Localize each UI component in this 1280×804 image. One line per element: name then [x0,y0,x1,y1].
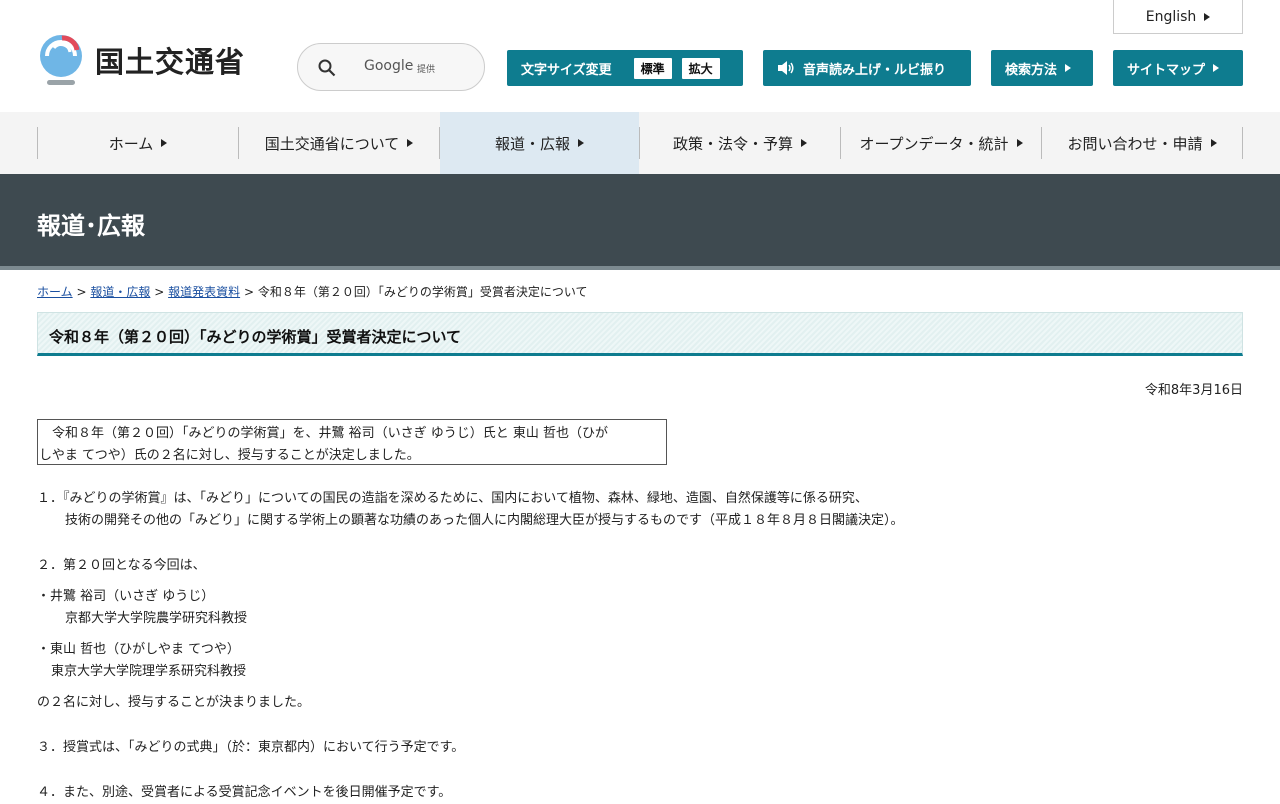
breadcrumb: ホーム > 報道・広報 > 報道発表資料 > 令和８年（第２０回）「みどりの学術… [37,283,587,300]
nav-item-label: 政策・法令・予算 [672,134,793,153]
article-summary-box: 令和８年（第２０回）「みどりの学術賞」を、井鷺 裕司（いさぎ ゆうじ）氏と 東山… [37,419,667,465]
nav-item-label: 報道・広報 [494,134,570,153]
sitemap-label: サイトマップ [1127,62,1206,78]
triangle-right-icon [407,139,414,147]
breadcrumb-home-link[interactable]: ホーム [37,285,73,299]
triangle-right-icon [1204,12,1211,21]
paragraph-4: ４．また、別途、受賞者による受賞記念イベントを後日開催予定です。 [37,785,452,800]
summary-line: 令和８年（第２０回）「みどりの学術賞」を、井鷺 裕司（いさぎ ゆうじ）氏と 東山… [39,426,609,441]
global-nav: ホーム 国土交通省について 報道・広報 政策・法令・予算 オープンデータ・統計 … [0,112,1280,174]
triangle-right-icon [578,139,584,147]
breadcrumb-press-link[interactable]: 報道・広報 [90,285,150,299]
search-google-label: Google [364,58,414,74]
site-header: 国土交通省 Google 提供 English 文字サイズ変更 標準 拡大 音声… [0,0,1280,113]
search-provided-label: 提供 [417,65,436,75]
english-label: English [1145,8,1197,25]
recipient-affiliation: 京都大学大学院農学研究科教授 [65,611,248,626]
recipient-2: ・東山 哲也（ひがしやま てつや） 東京大学大学院理学系研究科教授 [37,639,246,683]
site-logo[interactable]: 国土交通省 [37,34,245,86]
nav-divider [1242,127,1243,159]
article-title: 令和８年（第２０回）「みどりの学術賞」受賞者決定について [49,328,462,346]
paragraph-2-end: の２名に対し、授与することが決まりました。 [37,695,311,710]
speaker-icon [778,61,794,75]
site-logo-text: 国土交通省 [95,45,246,79]
section-title: 報道･広報 [37,212,145,240]
paragraph-2: ２．第２０回となる今回は、 [37,558,206,573]
section-banner: 報道･広報 [0,174,1280,266]
font-size-label: 文字サイズ変更 [521,62,612,78]
triangle-right-icon [1213,64,1220,72]
breadcrumb-separator: > [243,285,254,299]
voice-ruby-label: 音声読み上げ・ルビ振り [803,62,947,78]
nav-item-policy[interactable]: 政策・法令・予算 [640,112,840,174]
breadcrumb-separator: > [76,285,87,299]
triangle-right-icon [1065,64,1072,72]
nav-item-opendata[interactable]: オープンデータ・統計 [841,112,1041,174]
nav-item-press[interactable]: 報道・広報 [440,112,639,174]
paragraph-1: １．『みどりの学術賞』は、「みどり」についての国民の造詣を深めるために、国内にお… [37,488,904,532]
search-icon[interactable] [318,59,336,77]
article-date: 令和8年3月16日 [1144,383,1243,398]
search-method-button[interactable]: 検索方法 [991,50,1093,86]
paragraph-line: １．『みどりの学術賞』は、「みどり」についての国民の造詣を深めるために、国内にお… [37,491,868,506]
sitemap-button[interactable]: サイトマップ [1113,50,1243,86]
nav-item-label: ホーム [108,134,154,153]
font-size-large-button[interactable]: 拡大 [681,57,720,79]
breadcrumb-releases-link[interactable]: 報道発表資料 [168,285,240,299]
paragraph-3: ３．授賞式は、「みどりの式典」（於：東京都内）において行う予定です。 [37,740,465,755]
recipient-1: ・井鷺 裕司（いさぎ ゆうじ） 京都大学大学院農学研究科教授 [37,586,247,630]
nav-item-label: オープンデータ・統計 [859,134,1009,153]
breadcrumb-separator: > [154,285,165,299]
triangle-right-icon [161,139,168,147]
triangle-right-icon [1210,139,1217,147]
nav-item-label: 国土交通省について [264,134,400,153]
page: 国土交通省 Google 提供 English 文字サイズ変更 標準 拡大 音声… [0,0,1280,800]
font-size-control: 文字サイズ変更 標準 拡大 [507,50,743,86]
recipient-name: ・東山 哲也（ひがしやま てつや） [37,642,240,657]
nav-item-contact[interactable]: お問い合わせ・申請 [1042,112,1242,174]
voice-ruby-button[interactable]: 音声読み上げ・ルビ振り [763,50,971,86]
article-title-box: 令和８年（第２０回）「みどりの学術賞」受賞者決定について [37,312,1243,356]
nav-item-label: お問い合わせ・申請 [1067,134,1203,153]
font-size-standard-button[interactable]: 標準 [633,57,672,79]
paragraph-line: 技術の開発その他の「みどり」に関する学術上の顕著な功績のあった個人に内閣総理大臣… [65,513,904,528]
banner-divider [0,266,1280,270]
site-search-box[interactable]: Google 提供 [297,43,485,91]
nav-item-about[interactable]: 国土交通省について [239,112,439,174]
mlit-logo-icon [37,34,85,86]
english-link[interactable]: English [1113,0,1243,34]
breadcrumb-current: 令和８年（第２０回）「みどりの学術賞」受賞者決定について [257,285,588,299]
summary-line: しやま てつや）氏の２名に対し、授与することが決定しました。 [39,448,420,463]
triangle-right-icon [801,139,807,147]
recipient-affiliation: 東京大学大学院理学系研究科教授 [51,664,247,679]
triangle-right-icon [1016,139,1023,147]
nav-item-home[interactable]: ホーム [38,112,238,174]
search-method-label: 検索方法 [1005,62,1058,78]
recipient-name: ・井鷺 裕司（いさぎ ゆうじ） [37,589,215,604]
